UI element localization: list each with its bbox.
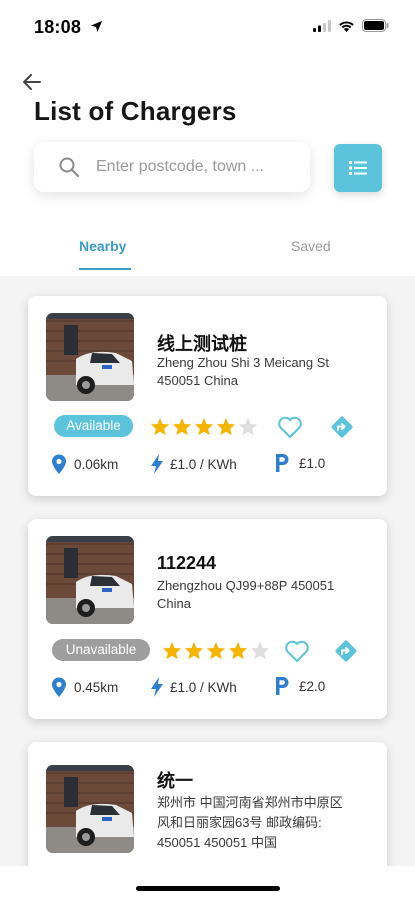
arrow-left-icon[interactable] [20,70,44,94]
rating-stars [162,641,270,660]
status-time: 18:08 [34,17,82,37]
tab-bar: Nearby Saved [0,228,415,276]
energy-price-text: £1.0 / KWh [170,456,237,472]
parking-price-text: £2.0 [299,678,326,694]
location-pin-icon [52,454,66,474]
charger-image [46,765,134,853]
star-filled-icon [184,641,204,660]
list-view-button[interactable] [334,144,382,192]
active-tab-indicator [79,268,131,270]
charger-image [46,536,134,624]
charger-address: Zheng Zhou Shi 3 Meicang St 450051 China [157,354,372,390]
search-box[interactable] [34,142,310,192]
star-filled-icon [150,417,170,436]
address-line: Zheng Zhou Shi 3 Meicang St [157,355,329,370]
status-bar: 18:08 [0,0,415,54]
heart-outline-icon[interactable] [284,639,310,663]
star-filled-icon [162,641,182,660]
distance-text: 0.45km [74,679,119,695]
star-empty-icon [238,417,258,436]
location-pin-icon [52,677,66,697]
charger-card[interactable]: 112244 Zhengzhou QJ99+88P 450051 China U… [28,519,387,719]
home-indicator[interactable] [136,886,280,891]
lightning-icon [151,677,163,697]
list-icon [349,161,367,175]
charger-card[interactable]: 统一 郑州市 中国河南省郑州市中原区 风和日丽家园63号 邮政编码: 45005… [28,742,387,866]
address-line: Zhengzhou QJ99+88P 450051 [157,578,335,593]
energy-price-info: £1.0 / KWh [150,453,237,475]
distance-info: 0.06km [50,453,118,475]
energy-price-text: £1.0 / KWh [170,679,237,695]
rating-stars [150,417,258,436]
wifi-icon [339,20,354,32]
parking-price-text: £1.0 [299,455,326,471]
charger-list[interactable]: 线上测试桩 Zheng Zhou Shi 3 Meicang St 450051… [0,276,415,866]
parking-price-info: £2.0 [274,676,325,696]
cellular-signal-icon [313,19,331,32]
address-line: 风和日丽家园63号 邮政编码: [157,815,322,830]
search-icon [59,157,80,178]
page-title: List of Chargers [34,96,237,126]
star-empty-icon [250,641,270,660]
charger-info-row: 0.06km £1.0 / KWh £1.0 [50,453,370,477]
star-filled-icon [172,417,192,436]
charger-address: 郑州市 中国河南省郑州市中原区 风和日丽家园63号 邮政编码: 450051 4… [157,793,372,853]
address-line: 450051 450051 中国 [157,835,277,850]
status-badge: Unavailable [52,639,150,661]
tab-nearby[interactable]: Nearby [79,238,126,254]
heart-outline-icon[interactable] [277,415,303,439]
address-line: China [157,596,191,611]
charger-name: 112244 [157,553,217,573]
lightning-icon [151,454,163,474]
parking-icon [276,454,289,472]
battery-icon [362,19,389,32]
star-filled-icon [228,641,248,660]
charger-image [46,313,134,401]
status-badge: Available [54,415,133,437]
distance-info: 0.45km [50,676,118,698]
star-filled-icon [206,641,226,660]
parking-price-info: £1.0 [274,453,325,473]
address-line: 郑州市 中国河南省郑州市中原区 [157,795,343,810]
directions-icon[interactable] [334,639,358,663]
star-filled-icon [216,417,236,436]
charger-card[interactable]: 线上测试桩 Zheng Zhou Shi 3 Meicang St 450051… [28,296,387,496]
charger-address: Zhengzhou QJ99+88P 450051 China [157,577,372,613]
star-filled-icon [194,417,214,436]
charger-info-row: 0.45km £1.0 / KWh £2.0 [50,676,370,700]
header: List of Chargers Nearby Saved [0,54,415,276]
charger-name: 线上测试桩 [157,334,247,354]
distance-text: 0.06km [74,456,119,472]
location-arrow-icon [90,20,103,33]
address-line: 450051 China [157,373,238,388]
tab-saved[interactable]: Saved [291,238,331,254]
parking-icon [276,677,289,695]
energy-price-info: £1.0 / KWh [150,676,237,698]
home-indicator-area [0,866,415,900]
charger-name: 统一 [157,771,193,791]
status-indicators [313,19,389,32]
directions-icon[interactable] [330,415,354,439]
search-input[interactable] [96,142,296,192]
